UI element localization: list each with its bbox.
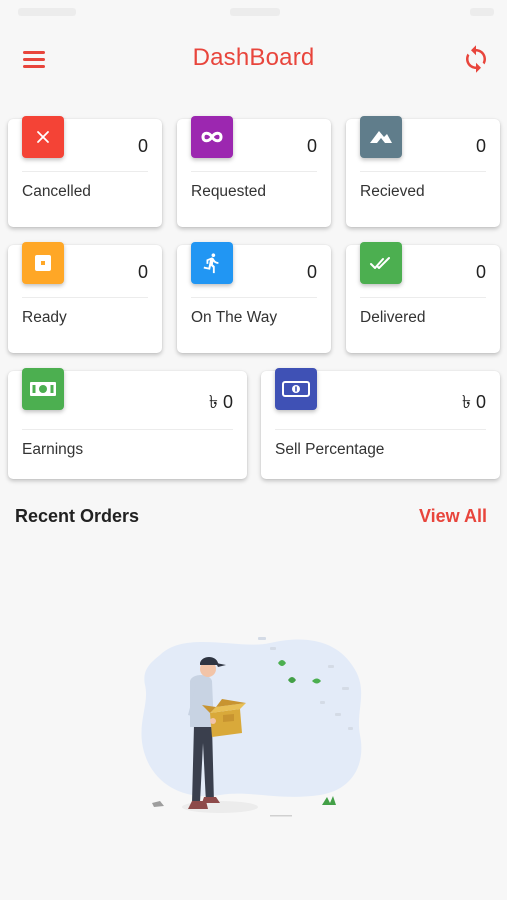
stat-card-delivered[interactable]: 0 Delivered — [346, 242, 500, 353]
infinity-icon — [191, 116, 233, 158]
divider — [191, 297, 317, 298]
divider — [191, 171, 317, 172]
stat-card-received[interactable]: 0 Recieved — [346, 116, 500, 227]
stat-value: 0 — [306, 136, 317, 156]
stat-value: ৳ 0 — [209, 392, 233, 412]
stat-card-requested[interactable]: 0 Requested — [177, 116, 331, 227]
stat-label: Cancelled — [22, 183, 91, 200]
status-bar — [0, 0, 507, 26]
stat-label: Sell Percentage — [275, 441, 385, 458]
divider — [22, 297, 148, 298]
stat-label: Delivered — [360, 309, 426, 326]
stat-label: On The Way — [191, 309, 278, 326]
double-check-icon — [360, 242, 402, 284]
app-bar: DashBoard — [0, 26, 507, 96]
refresh-icon[interactable] — [461, 44, 491, 74]
stat-value: ৳ 0 — [462, 392, 486, 412]
stat-label: Recieved — [360, 183, 425, 200]
stat-card-ready[interactable]: 0 Ready — [8, 242, 162, 353]
stat-card-earnings[interactable]: ৳ 0 Earnings — [8, 368, 247, 479]
ready-icon — [22, 242, 64, 284]
section-title-recent-orders: Recent Orders — [15, 506, 140, 526]
divider — [360, 171, 486, 172]
page-title: DashBoard — [192, 44, 315, 71]
close-icon — [22, 116, 64, 158]
divider — [360, 297, 486, 298]
running-person-icon — [191, 242, 233, 284]
view-all-link[interactable]: View All — [419, 506, 487, 527]
stat-label: Requested — [191, 183, 266, 200]
divider — [275, 429, 486, 430]
stat-label: Ready — [22, 309, 67, 326]
empty-box-illustration — [130, 625, 380, 825]
money-icon — [275, 368, 317, 410]
divider — [22, 429, 233, 430]
stat-value: 0 — [475, 262, 486, 282]
stat-value: 0 — [475, 136, 486, 156]
stat-value: 0 — [137, 136, 148, 156]
money-icon — [22, 368, 64, 410]
received-icon — [360, 116, 402, 158]
divider — [22, 171, 148, 172]
stat-value: 0 — [137, 262, 148, 282]
stat-label: Earnings — [22, 441, 84, 458]
stat-card-on-the-way[interactable]: 0 On The Way — [177, 242, 331, 353]
stat-card-cancelled[interactable]: 0 Cancelled — [8, 116, 162, 227]
stat-card-sell-percentage[interactable]: ৳ 0 Sell Percentage — [261, 368, 500, 479]
stat-value: 0 — [306, 262, 317, 282]
